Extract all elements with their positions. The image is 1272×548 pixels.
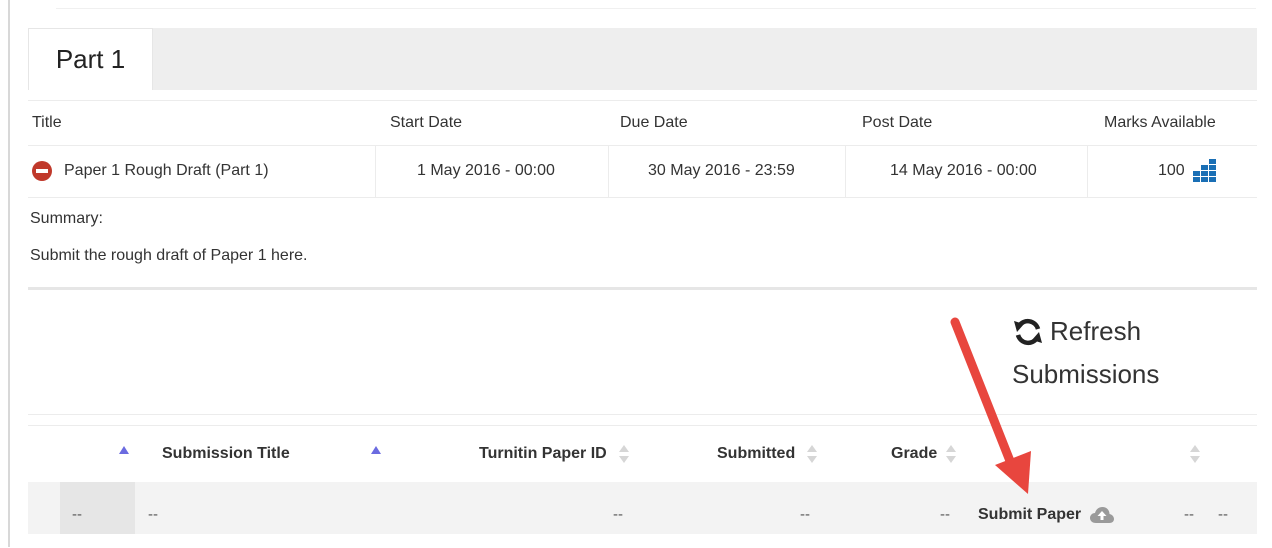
top-border [56, 8, 1256, 9]
assignment-start-date: 1 May 2016 - 00:00 [417, 162, 555, 179]
section-divider [28, 287, 1257, 290]
submission-row: -- -- -- -- -- Submit Paper -- -- [28, 482, 1257, 534]
col-due-date: Due Date [620, 114, 688, 131]
refresh-label-submissions: Submissions [1012, 359, 1160, 389]
assignment-table-header: Title Start Date Due Date Post Date Mark… [28, 100, 1257, 146]
sort-icon[interactable] [946, 445, 956, 463]
sort-icon[interactable] [807, 445, 817, 463]
tab-bar: Part 1 [28, 28, 1257, 90]
cell-submission-title: -- [148, 506, 158, 523]
minus-circle-icon [32, 161, 52, 181]
cell-submitted: -- [800, 506, 810, 523]
col-submitted[interactable]: Submitted [717, 426, 795, 482]
assignment-post-date: 14 May 2016 - 00:00 [890, 162, 1037, 179]
tab-part-1[interactable]: Part 1 [28, 28, 153, 90]
sort-asc-icon[interactable] [119, 446, 129, 454]
column-separator [1087, 145, 1088, 197]
col-start-date: Start Date [390, 114, 463, 131]
column-separator [845, 145, 846, 197]
sort-icon[interactable] [619, 445, 629, 463]
cell-value: -- [72, 506, 82, 523]
section-divider-thin [28, 414, 1257, 415]
col-marks-available: Marks Available [1104, 114, 1216, 131]
assignment-marks: 100 [1158, 162, 1185, 179]
column-separator [608, 145, 609, 197]
sort-icon[interactable] [1190, 445, 1200, 463]
cell-grade: -- [940, 506, 950, 523]
summary-text: Submit the rough draft of Paper 1 here. [30, 247, 308, 264]
refresh-label: Refresh [1050, 316, 1142, 346]
col-turnitin-paper-id[interactable]: Turnitin Paper ID [479, 426, 607, 482]
refresh-submissions-button[interactable]: Refresh Submissions [1012, 314, 1182, 394]
col-grade[interactable]: Grade [891, 426, 937, 482]
refresh-icon [1014, 318, 1042, 346]
assignment-title[interactable]: Paper 1 Rough Draft (Part 1) [64, 145, 269, 197]
col-title: Title [32, 114, 62, 131]
assignment-due-date: 30 May 2016 - 23:59 [648, 162, 795, 179]
cell-value: -- [1218, 506, 1228, 523]
grid-icon[interactable] [1193, 159, 1217, 183]
submissions-table-header: Submission Title Turnitin Paper ID Submi… [28, 425, 1257, 482]
col-post-date: Post Date [862, 114, 933, 131]
cell-value: -- [1184, 506, 1194, 523]
cell-paper-id: -- [613, 506, 623, 523]
summary-label: Summary: [30, 210, 103, 227]
sort-asc-icon[interactable] [371, 446, 381, 454]
column-separator [375, 145, 376, 197]
submit-paper-link[interactable]: Submit Paper [978, 482, 1081, 534]
left-border [8, 0, 10, 547]
col-submission-title[interactable]: Submission Title [162, 426, 290, 482]
cloud-upload-icon[interactable] [1090, 506, 1114, 524]
assignment-row: Paper 1 Rough Draft (Part 1) 1 May 2016 … [28, 145, 1257, 198]
